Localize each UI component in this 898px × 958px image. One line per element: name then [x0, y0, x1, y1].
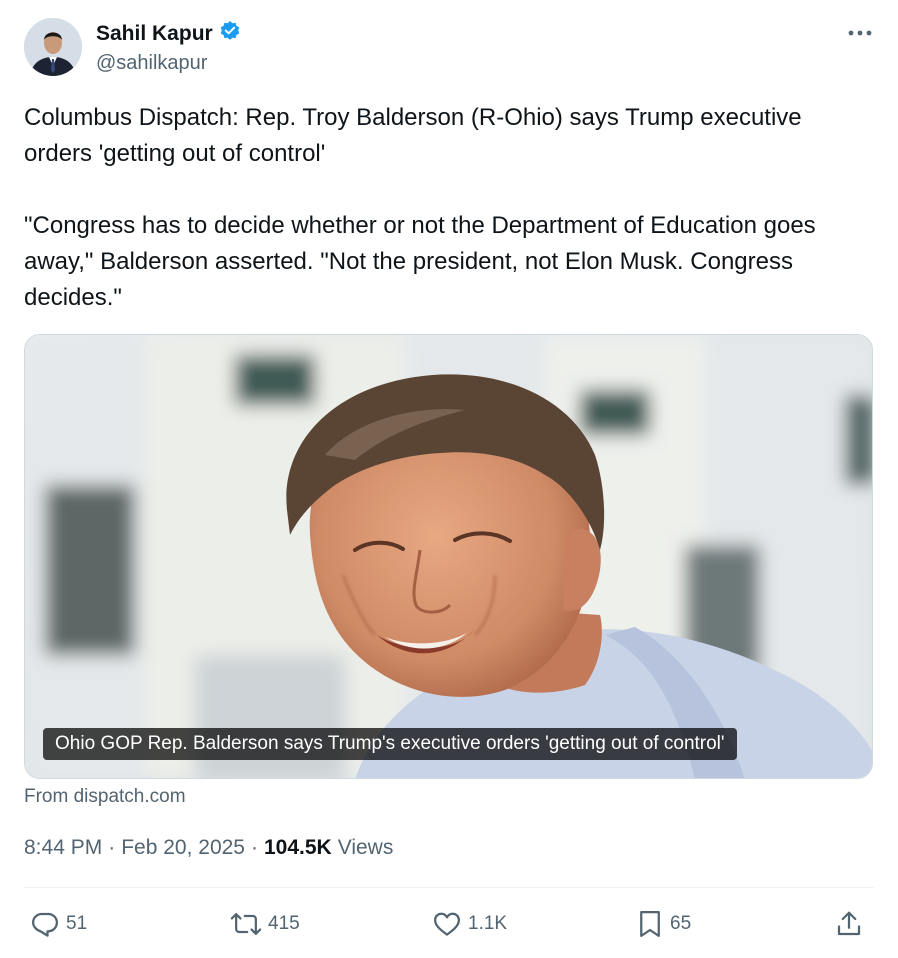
- share-icon: [834, 909, 864, 939]
- share-button[interactable]: [834, 904, 864, 944]
- like-button[interactable]: 1.1K: [432, 904, 507, 944]
- author-name[interactable]: Sahil Kapur: [96, 22, 213, 46]
- repost-icon: [230, 909, 262, 939]
- more-icon[interactable]: [846, 22, 874, 44]
- verified-badge-icon: [219, 20, 241, 47]
- tweet-paragraph-1: Columbus Dispatch: Rep. Troy Balderson (…: [24, 104, 802, 167]
- repost-count: 415: [268, 913, 300, 934]
- tweet-meta: 8:44 PM · Feb 20, 2025 · 104.5K Views: [24, 836, 393, 860]
- avatar[interactable]: [24, 18, 82, 76]
- author-handle[interactable]: @sahilkapur: [96, 52, 207, 75]
- bookmark-count: 65: [670, 913, 692, 934]
- views-count[interactable]: 104.5K: [264, 836, 332, 860]
- reply-icon: [30, 909, 60, 939]
- meta-separator: ·: [250, 836, 258, 859]
- reply-count: 51: [66, 913, 88, 934]
- bookmark-icon: [636, 909, 664, 939]
- tweet-time[interactable]: 8:44 PM: [24, 836, 102, 860]
- repost-button[interactable]: 415: [230, 904, 300, 944]
- link-card[interactable]: Ohio GOP Rep. Balderson says Trump's exe…: [24, 334, 873, 779]
- card-source[interactable]: From dispatch.com: [24, 786, 186, 808]
- tweet-paragraph-2: "Congress has to decide whether or not t…: [24, 212, 816, 311]
- views-label: Views: [337, 836, 394, 859]
- bookmark-button[interactable]: 65: [636, 904, 691, 944]
- like-icon: [432, 909, 462, 939]
- like-count: 1.1K: [468, 913, 508, 934]
- card-caption: Ohio GOP Rep. Balderson says Trump's exe…: [43, 728, 737, 760]
- tweet-date[interactable]: Feb 20, 2025: [121, 836, 245, 860]
- tweet-text: Columbus Dispatch: Rep. Troy Balderson (…: [24, 100, 874, 316]
- reply-button[interactable]: 51: [30, 904, 87, 944]
- action-bar: 51 415 1.1K 65: [24, 904, 874, 944]
- card-photo: [25, 335, 872, 778]
- meta-separator: ·: [108, 836, 116, 859]
- divider: [24, 887, 874, 888]
